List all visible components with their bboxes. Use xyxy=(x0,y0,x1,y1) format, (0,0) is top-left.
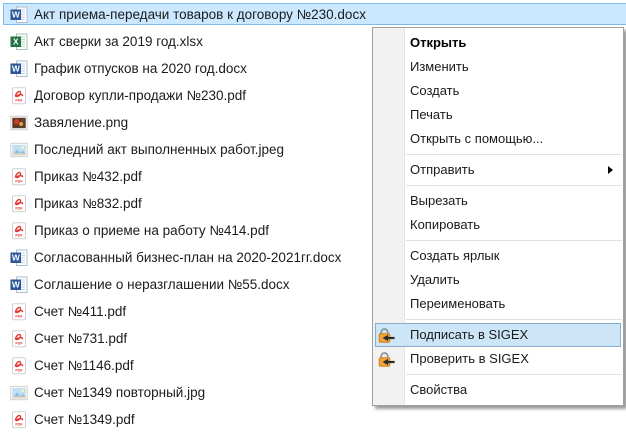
menu-item-label: Переименовать xyxy=(410,296,506,311)
file-row[interactable]: PDF Счет №1349.pdf xyxy=(0,406,626,433)
file-name: Счет №731.pdf xyxy=(34,331,128,346)
menu-item-properties[interactable]: Свойства xyxy=(373,378,623,402)
pdf-file-icon: PDF xyxy=(10,167,28,186)
png-file-icon xyxy=(10,114,28,132)
svg-text:PDF: PDF xyxy=(15,422,23,426)
menu-item-new[interactable]: Создать xyxy=(373,79,623,103)
menu-item-label: Печать xyxy=(410,107,453,122)
pdf-file-icon: PDF xyxy=(10,410,28,429)
pdf-file-icon: PDF xyxy=(10,194,28,213)
menu-separator xyxy=(406,319,622,320)
svg-text:W: W xyxy=(12,279,20,289)
file-name: Завяление.png xyxy=(34,115,129,130)
sigex-lock-icon xyxy=(377,350,396,369)
word-file-icon: W xyxy=(10,60,28,78)
file-name: Счет №1349 повторный.jpg xyxy=(34,385,206,400)
file-name: Приказ №832.pdf xyxy=(34,196,142,211)
menu-item-delete[interactable]: Удалить xyxy=(373,268,623,292)
menu-item-sign-in-sigex[interactable]: Подписать в SIGEX xyxy=(373,323,623,347)
file-name: Счет №1146.pdf xyxy=(34,358,134,373)
sigex-lock-icon xyxy=(377,326,396,345)
menu-item-label: Изменить xyxy=(410,59,469,74)
file-name: Счет №1349.pdf xyxy=(34,412,135,427)
submenu-arrow-icon xyxy=(608,166,613,174)
svg-text:W: W xyxy=(12,252,20,262)
menu-item-label: Создать xyxy=(410,83,460,98)
svg-text:W: W xyxy=(12,63,20,73)
pdf-file-icon: PDF xyxy=(10,302,28,321)
svg-text:PDF: PDF xyxy=(15,98,23,102)
file-name: Счет №411.pdf xyxy=(34,304,127,319)
word-file-icon: W xyxy=(10,6,28,24)
svg-text:PDF: PDF xyxy=(15,206,23,210)
pdf-file-icon: PDF xyxy=(10,356,28,375)
menu-item-label: Удалить xyxy=(410,272,460,287)
menu-item-label: Вырезать xyxy=(410,193,468,208)
menu-item-label: Проверить в SIGEX xyxy=(410,351,529,366)
jpeg-file-icon xyxy=(10,384,28,402)
svg-text:PDF: PDF xyxy=(15,341,23,345)
menu-item-edit[interactable]: Изменить xyxy=(373,55,623,79)
file-name: Акт сверки за 2019 год.xlsx xyxy=(34,34,203,49)
menu-item-label: Открыть с помощью... xyxy=(410,131,544,146)
pdf-file-icon: PDF xyxy=(10,221,28,240)
pdf-file-icon: PDF xyxy=(10,86,28,105)
excel-file-icon: X xyxy=(10,33,28,51)
menu-item-label: Копировать xyxy=(410,217,480,232)
menu-item-open[interactable]: Открыть xyxy=(373,31,623,55)
menu-item-label: Открыть xyxy=(410,35,467,50)
file-name: Приказ о приеме на работу №414.pdf xyxy=(34,223,269,238)
svg-text:PDF: PDF xyxy=(15,179,23,183)
word-file-icon: W xyxy=(10,249,28,267)
menu-item-rename[interactable]: Переименовать xyxy=(373,292,623,316)
menu-item-send-to[interactable]: Отправить xyxy=(373,158,623,182)
jpeg-file-icon xyxy=(10,141,28,159)
svg-text:W: W xyxy=(12,9,20,19)
file-name: Акт приема-передачи товаров к договору №… xyxy=(34,7,366,22)
desktop-file-list-screen: W Акт приема-передачи товаров к договору … xyxy=(0,0,626,437)
svg-text:X: X xyxy=(13,36,19,46)
pdf-file-icon: PDF xyxy=(10,329,28,348)
file-row[interactable]: W Акт приема-передачи товаров к договору … xyxy=(0,1,626,28)
file-name: Приказ №432.pdf xyxy=(34,169,142,184)
menu-separator xyxy=(406,240,622,241)
menu-item-label: Свойства xyxy=(410,382,468,397)
menu-item-create-shortcut[interactable]: Создать ярлык xyxy=(373,244,623,268)
file-name: График отпусков на 2020 год.docx xyxy=(34,61,247,76)
menu-item-open-with[interactable]: Открыть с помощью... xyxy=(373,127,623,151)
menu-item-print[interactable]: Печать xyxy=(373,103,623,127)
svg-text:PDF: PDF xyxy=(15,368,23,372)
menu-item-label: Подписать в SIGEX xyxy=(410,327,529,342)
menu-item-label: Создать ярлык xyxy=(410,248,500,263)
svg-text:PDF: PDF xyxy=(15,314,23,318)
menu-separator xyxy=(406,185,622,186)
file-name: Договор купли-продажи №230.pdf xyxy=(34,88,247,103)
svg-text:PDF: PDF xyxy=(15,233,23,237)
menu-item-copy[interactable]: Копировать xyxy=(373,213,623,237)
menu-separator xyxy=(406,154,622,155)
menu-separator xyxy=(406,374,622,375)
menu-item-cut[interactable]: Вырезать xyxy=(373,189,623,213)
menu-item-label: Отправить xyxy=(410,162,475,177)
file-name: Последний акт выполненных работ.jpeg xyxy=(34,142,284,157)
menu-item-verify-in-sigex[interactable]: Проверить в SIGEX xyxy=(373,347,623,371)
context-menu: Открыть Изменить Создать Печать Открыть с по… xyxy=(372,27,624,406)
file-name: Согласованный бизнес-план на 2020-2021гг… xyxy=(34,250,342,265)
word-file-icon: W xyxy=(10,276,28,294)
file-name: Соглашение о неразглашении №55.docx xyxy=(34,277,290,292)
